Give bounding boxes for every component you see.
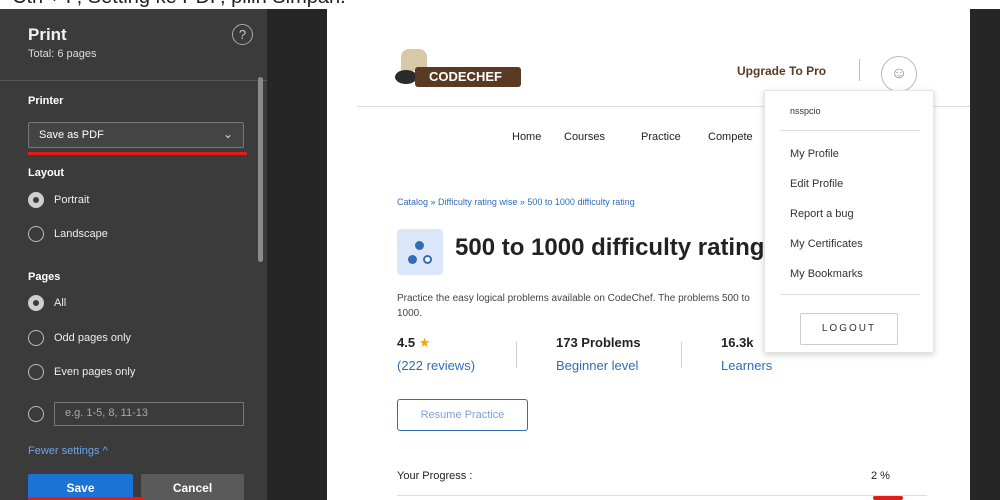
page-range-input[interactable]: e.g. 1-5, 8, 11-13 (54, 402, 244, 426)
divider (0, 80, 267, 81)
radio-icon (28, 406, 44, 422)
print-settings-panel: Print Total: 6 pages ? Printer Save as P… (0, 9, 267, 500)
radio-label: Portrait (54, 194, 90, 206)
radio-label: All (54, 297, 67, 309)
fewer-settings-link[interactable]: Fewer settings ^ (28, 445, 108, 457)
menu-my-certificates[interactable]: My Certificates (790, 238, 863, 250)
annotation-underline (28, 152, 247, 155)
learners-count: 16.3k (721, 335, 754, 350)
preview-gutter (267, 9, 327, 500)
menu-my-profile[interactable]: My Profile (790, 148, 839, 160)
username: nsspcio (790, 106, 821, 116)
progress-percent: 2 % (871, 470, 890, 482)
rating-number: 4.5 (397, 335, 416, 350)
help-icon[interactable]: ? (232, 24, 253, 45)
nav-compete[interactable]: Compete (708, 131, 753, 143)
divider (859, 59, 860, 81)
chevron-down-icon: ⌄ (222, 127, 233, 141)
radio-selected-icon (28, 192, 44, 208)
learners-label: Learners (721, 358, 773, 373)
radio-icon (28, 330, 44, 346)
star-icon: ★ (418, 335, 431, 350)
problems-count: 173 Problems (556, 335, 641, 350)
divider (780, 294, 920, 295)
radio-icon (28, 364, 44, 380)
rating-value: 4.5 ★ (397, 335, 430, 351)
page-title: 500 to 1000 difficulty rating (455, 234, 765, 261)
pages-heading: Pages (28, 271, 61, 283)
radio-even[interactable]: Even pages only (28, 364, 135, 380)
user-menu-dropdown: nsspcio My Profile Edit Profile Report a… (764, 90, 934, 353)
divider (681, 342, 682, 368)
resume-practice-button[interactable]: Resume Practice (397, 399, 528, 431)
logout-button[interactable]: LOGOUT (800, 313, 898, 345)
print-preview-page[interactable]: CODECHEF Upgrade To Pro ☺ Home Courses P… (327, 9, 970, 500)
divider (516, 342, 517, 368)
radio-portrait[interactable]: Portrait (28, 192, 89, 208)
radio-label: Landscape (54, 228, 108, 240)
nav-courses[interactable]: Courses (564, 131, 605, 143)
menu-my-bookmarks[interactable]: My Bookmarks (790, 268, 863, 280)
level-label: Beginner level (556, 358, 639, 373)
cancel-button[interactable]: Cancel (141, 474, 244, 500)
divider (780, 130, 920, 131)
menu-report-bug[interactable]: Report a bug (790, 208, 854, 220)
nav-home[interactable]: Home (512, 131, 541, 143)
radio-label: Even pages only (54, 366, 136, 378)
layout-heading: Layout (28, 167, 65, 179)
upgrade-link[interactable]: Upgrade To Pro (737, 64, 826, 78)
print-title: Print (28, 25, 67, 44)
category-icon (397, 229, 443, 275)
nav-practice[interactable]: Practice (641, 131, 681, 143)
printer-heading: Printer (28, 95, 64, 107)
radio-label: Odd pages only (54, 332, 132, 344)
printer-select-value: Save as PDF (39, 129, 104, 141)
radio-landscape[interactable]: Landscape (28, 226, 108, 242)
radio-odd[interactable]: Odd pages only (28, 330, 131, 346)
radio-all[interactable]: All (28, 295, 66, 311)
printer-select[interactable]: Save as PDF ⌄ (28, 122, 244, 148)
radio-selected-icon (28, 295, 44, 311)
progress-track (397, 495, 927, 496)
logo-text: CODECHEF (415, 67, 521, 87)
breadcrumb[interactable]: Catalog » Difficulty rating wise » 500 t… (397, 197, 635, 207)
page-description: Practice the easy logical problems avail… (397, 293, 750, 319)
reviews-link[interactable]: (222 reviews) (397, 358, 475, 373)
total-pages: Total: 6 pages (28, 48, 97, 60)
codechef-logo: CODECHEF (395, 49, 521, 87)
preview-gutter (970, 9, 1000, 500)
chef-avatar-icon: ☺ (890, 65, 908, 82)
radio-icon (28, 226, 44, 242)
caption-text: Ctrl + P, Setting ke PDF, pilih Simpan. (12, 0, 346, 9)
avatar[interactable]: ☺ (881, 56, 917, 92)
sidebar-scrollbar[interactable] (258, 77, 263, 262)
menu-edit-profile[interactable]: Edit Profile (790, 178, 843, 190)
radio-custom[interactable] (28, 406, 54, 422)
progress-fill (873, 496, 903, 500)
caption-strip: Ctrl + P, Setting ke PDF, pilih Simpan. (0, 0, 1000, 9)
progress-label: Your Progress : (397, 470, 473, 482)
mascot-face-icon (395, 70, 417, 84)
